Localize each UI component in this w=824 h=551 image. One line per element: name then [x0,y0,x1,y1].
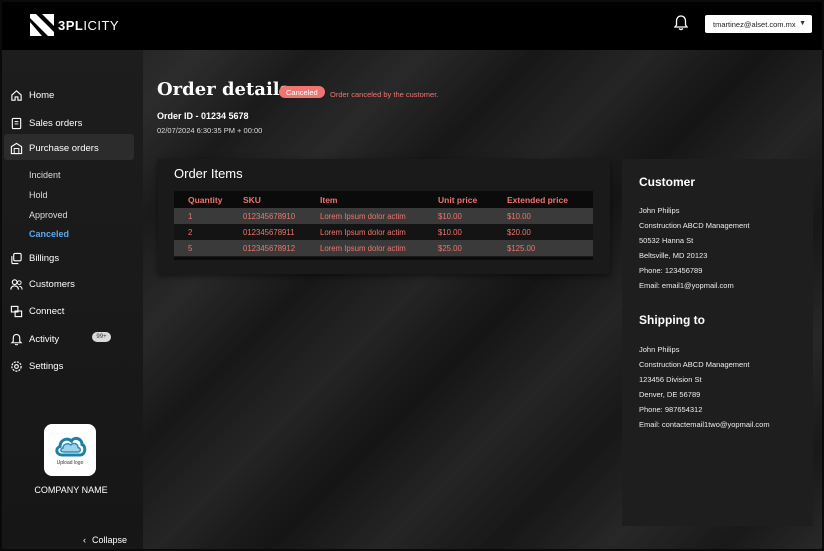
customer-line: John Philips [639,206,680,215]
order-items-table: Quantity SKU Item Unit price Extended pr… [174,191,593,256]
sidebar-item-label: Activity [29,333,60,345]
sidebar-item-activity[interactable]: Activity [10,330,59,348]
sidebar-item-home[interactable]: Home [10,86,54,104]
order-id: Order ID - 01234 5678 [157,111,249,121]
table-row[interactable]: 5 012345678912 Lorem Ipsum dolor actim $… [174,240,593,256]
company-name: COMPANY NAME [34,485,108,495]
column-header[interactable]: Quantity [174,191,229,208]
sidebar-item-label: Settings [29,360,64,372]
column-header[interactable]: SKU [229,191,306,208]
bell-icon [10,333,23,345]
table-cell: $125.00 [493,240,593,256]
customer-line: Beltsville, MD 20123 [639,251,708,260]
chevron-down-icon: ▼ [799,20,806,27]
sidebar-item-label: Home [29,89,55,101]
order-date: 02/07/2024 6:30:35 PM + 00:00 [157,126,263,135]
store-icon [10,142,23,154]
table-cell: $10.00 [424,224,493,240]
table-cell: 1 [174,208,229,224]
shipping-line: Construction ABCD Management [639,360,750,369]
sidebar-subitem-approved[interactable]: Approved [29,210,68,220]
chevron-left-icon: ‹ [83,535,86,545]
sidebar-item-label: Sales orders [29,117,83,129]
collapse-sidebar-button[interactable]: ‹ Collapse [83,535,127,545]
shipping-line: 123456 Division St [639,375,702,384]
document-icon [11,117,22,129]
sidebar-subitem-canceled[interactable]: Canceled [29,229,69,239]
table-cell: Lorem Ipsum dolor actim [306,224,424,240]
connect-icon [10,305,23,317]
activity-count-badge: 99+ [92,332,111,342]
table-cell: $10.00 [424,208,493,224]
sidebar-item-connect[interactable]: Connect [10,302,64,320]
notifications-bell-icon[interactable] [673,15,689,36]
gear-icon [11,360,22,372]
shipping-line: John Philips [639,345,680,354]
main-content: Order details Canceled Order canceled by… [143,50,822,549]
sidebar: Home Sales orders Purchase orders Incide… [2,50,143,549]
sidebar-item-sales-orders[interactable]: Sales orders [10,114,82,132]
column-header[interactable]: Extended price [493,191,593,208]
table-header-row: Quantity SKU Item Unit price Extended pr… [174,191,593,208]
home-icon [11,89,22,101]
user-email: tmartinez@alset.com.mx [713,19,796,29]
customer-line: 50532 Hanna St [639,236,694,245]
table-cell: Lorem Ipsum dolor actim [306,208,424,224]
upload-logo-button[interactable]: Upload logo [44,424,96,476]
status-badge: Canceled [279,86,325,98]
sidebar-subitem-hold[interactable]: Hold [29,190,48,200]
app-window: 3PLICITY tmartinez@alset.com.mx ▼ Home S… [2,2,822,549]
order-items-panel: Order Items Quantity SKU Item Unit price… [158,159,610,274]
order-items-title: Order Items [174,166,243,181]
customer-line: Phone: 123456789 [639,266,703,275]
customer-email[interactable]: Email: email1@yopmail.com [639,281,734,290]
sidebar-item-label: Customers [29,278,75,290]
shipping-email[interactable]: Email: contactemail1two@yopmail.com [639,420,770,429]
shipping-line: Denver, DE 56789 [639,390,701,399]
table-cell: 012345678912 [229,240,306,256]
copy-icon [11,252,22,264]
shipping-heading: Shipping to [639,313,705,327]
cloud-icon [55,436,87,457]
table-footer-divider [174,257,593,260]
sidebar-item-settings[interactable]: Settings [10,357,63,375]
top-bar: 3PLICITY tmartinez@alset.com.mx ▼ [2,2,822,50]
sidebar-item-label: Billings [29,252,60,264]
brand-name: 3PLICITY [58,17,120,33]
table-cell: $10.00 [493,208,593,224]
table-cell: 012345678910 [229,208,306,224]
column-header[interactable]: Item [306,191,424,208]
page-title: Order details [157,79,290,100]
user-account-select[interactable]: tmartinez@alset.com.mx ▼ [705,15,812,33]
table-cell: $25.00 [424,240,493,256]
table-cell: Lorem Ipsum dolor actim [306,240,424,256]
customer-shipping-panel: Customer John Philips Construction ABCD … [622,159,813,526]
collapse-label: Collapse [92,535,128,545]
sidebar-item-purchase-orders[interactable]: Purchase orders [10,139,99,157]
upload-logo-label: Upload logo [56,460,84,466]
table-cell: $20.00 [493,224,593,240]
users-icon [10,278,23,290]
table-cell: 2 [174,224,229,240]
customer-line: Construction ABCD Management [639,221,750,230]
table-row[interactable]: 2 012345678911 Lorem Ipsum dolor actim $… [174,224,593,240]
sidebar-item-label: Connect [29,305,65,317]
column-header[interactable]: Unit price [424,191,493,208]
customer-heading: Customer [639,175,696,189]
table-cell: 012345678911 [229,224,306,240]
brand-logo[interactable]: 3PLICITY [30,14,119,36]
table-cell: 5 [174,240,229,256]
status-note: Order canceled by the customer. [330,90,439,99]
logo-mark-icon [30,14,54,36]
sidebar-item-label: Purchase orders [29,142,99,154]
shipping-line: Phone: 987654312 [639,405,703,414]
sidebar-item-customers[interactable]: Customers [10,275,75,293]
sidebar-subitem-incident[interactable]: Incident [29,170,61,180]
table-row[interactable]: 1 012345678910 Lorem Ipsum dolor actim $… [174,208,593,224]
sidebar-item-billings[interactable]: Billings [10,249,59,267]
